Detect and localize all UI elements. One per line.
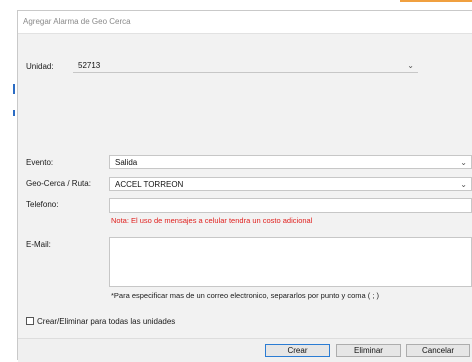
background-selection-marker xyxy=(13,84,15,94)
background-accent xyxy=(400,0,472,2)
dialog-footer: Crear Eliminar Cancelar xyxy=(18,338,472,362)
geocerca-value: ACCEL TORREON xyxy=(115,180,184,189)
unidad-select[interactable]: 52713 ⌄ xyxy=(73,59,418,73)
unidad-label: Unidad: xyxy=(26,62,54,71)
evento-select[interactable]: Salida ⌄ xyxy=(109,155,472,169)
crear-button[interactable]: Crear xyxy=(265,344,330,357)
cancelar-button[interactable]: Cancelar xyxy=(406,344,470,357)
telefono-label: Telefono: xyxy=(26,200,59,209)
email-label: E-Mail: xyxy=(26,240,51,249)
email-separator-note: *Para especificar mas de un correo elect… xyxy=(111,291,380,300)
all-units-checkbox[interactable] xyxy=(26,317,34,325)
chevron-down-icon: ⌄ xyxy=(460,158,467,167)
email-textarea[interactable] xyxy=(109,237,472,287)
chevron-down-icon: ⌄ xyxy=(460,180,467,189)
evento-value: Salida xyxy=(115,158,138,167)
geo-fence-alarm-dialog: Agregar Alarma de Geo Cerca Unidad: 5271… xyxy=(17,10,472,362)
geocerca-select[interactable]: ACCEL TORREON ⌄ xyxy=(109,177,472,191)
dialog-title: Agregar Alarma de Geo Cerca xyxy=(23,17,131,26)
chevron-down-icon: ⌄ xyxy=(407,61,414,70)
telefono-cost-note: Nota: El uso de mensajes a celular tendr… xyxy=(111,216,313,225)
unidad-value: 52713 xyxy=(78,61,101,70)
background-selection-marker xyxy=(13,110,15,116)
all-units-checkbox-label[interactable]: Crear/Eliminar para todas las unidades xyxy=(37,317,175,326)
eliminar-button[interactable]: Eliminar xyxy=(336,344,401,357)
geocerca-label: Geo-Cerca / Ruta: xyxy=(26,179,91,188)
title-bar[interactable]: Agregar Alarma de Geo Cerca xyxy=(18,11,472,34)
evento-label: Evento: xyxy=(26,158,54,167)
telefono-field[interactable] xyxy=(109,198,472,213)
